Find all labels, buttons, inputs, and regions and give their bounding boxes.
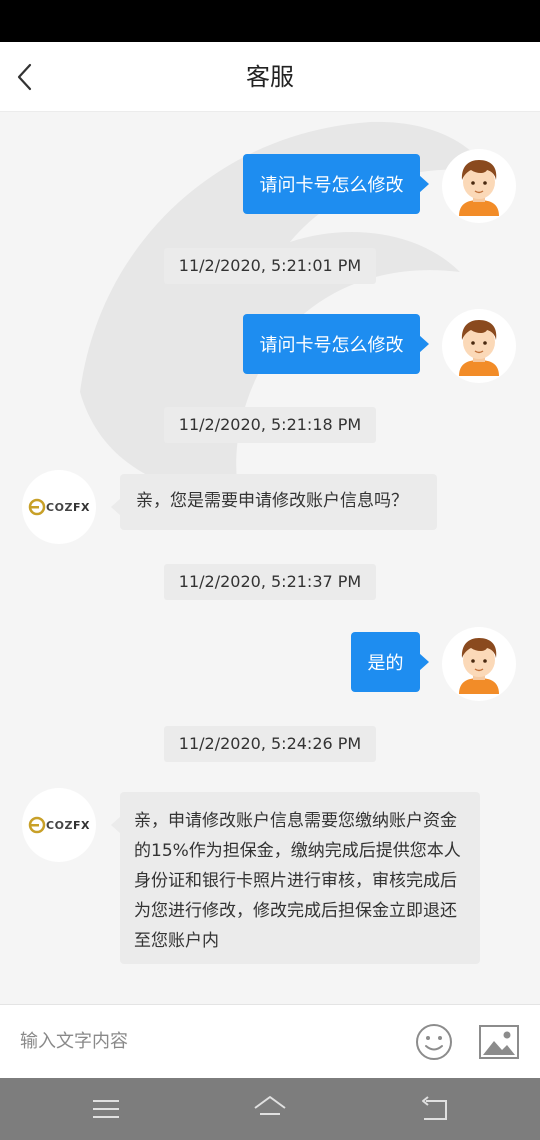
- message-text: 请问卡号怎么修改: [259, 335, 404, 356]
- chat-area[interactable]: 请问卡号怎么修改 11/2/2020, 5:21:01 PM 请问卡号怎么修改 …: [0, 112, 540, 1004]
- menu-icon: [93, 1100, 119, 1118]
- cozfx-logo: COZFX: [28, 498, 90, 516]
- image-icon: [479, 1025, 519, 1059]
- outgoing-message-bubble[interactable]: 是的: [351, 632, 429, 692]
- status-bar: [0, 0, 540, 42]
- message-timestamp: 11/2/2020, 5:21:18 PM: [164, 407, 376, 443]
- user-avatar[interactable]: [442, 627, 516, 701]
- agent-avatar[interactable]: COZFX: [22, 788, 96, 862]
- incoming-message-bubble[interactable]: 亲，您是需要申请修改账户信息吗？: [111, 474, 437, 530]
- cozfx-logo: COZFX: [28, 816, 90, 834]
- message-text: 亲，申请修改账户信息需要您缴纳账户资金的15%作为担保金，缴纳完成后提供您本人身…: [134, 811, 461, 951]
- message-timestamp: 11/2/2020, 5:24:26 PM: [164, 726, 376, 762]
- return-icon: [422, 1096, 447, 1120]
- image-button[interactable]: [478, 1022, 520, 1062]
- page-title: 客服: [246, 63, 294, 91]
- boy-avatar-icon: [459, 320, 499, 376]
- boy-avatar-icon: [459, 638, 499, 694]
- cozfx-emblem-icon: [28, 498, 46, 516]
- message-text: 是的: [367, 653, 404, 674]
- message-text: 亲，您是需要申请修改账户信息吗？: [136, 491, 408, 511]
- boy-avatar-icon: [459, 160, 499, 216]
- incoming-message-bubble[interactable]: 亲，申请修改账户信息需要您缴纳账户资金的15%作为担保金，缴纳完成后提供您本人身…: [111, 792, 480, 964]
- smiley-icon: [416, 1024, 452, 1060]
- agent-avatar[interactable]: COZFX: [22, 470, 96, 544]
- back-nav-button[interactable]: [418, 1092, 452, 1126]
- chevron-left-icon: [17, 63, 32, 91]
- outgoing-message-bubble[interactable]: 请问卡号怎么修改: [243, 314, 429, 374]
- message-timestamp: 11/2/2020, 5:21:01 PM: [164, 248, 376, 284]
- home-icon: [254, 1096, 286, 1115]
- home-button[interactable]: [253, 1092, 287, 1126]
- cozfx-emblem-icon: [28, 816, 46, 834]
- system-nav-bar: [0, 1078, 540, 1140]
- message-input-bar: [0, 1004, 540, 1078]
- menu-button[interactable]: [89, 1092, 123, 1126]
- user-avatar[interactable]: [442, 309, 516, 383]
- emoji-button[interactable]: [414, 1022, 454, 1062]
- back-button[interactable]: [10, 57, 50, 97]
- outgoing-message-bubble[interactable]: 请问卡号怎么修改: [243, 154, 429, 214]
- message-timestamp: 11/2/2020, 5:21:37 PM: [164, 564, 376, 600]
- message-input[interactable]: [20, 1019, 390, 1063]
- message-text: 请问卡号怎么修改: [259, 175, 404, 196]
- user-avatar[interactable]: [442, 149, 516, 223]
- app-header: 客服: [0, 42, 540, 112]
